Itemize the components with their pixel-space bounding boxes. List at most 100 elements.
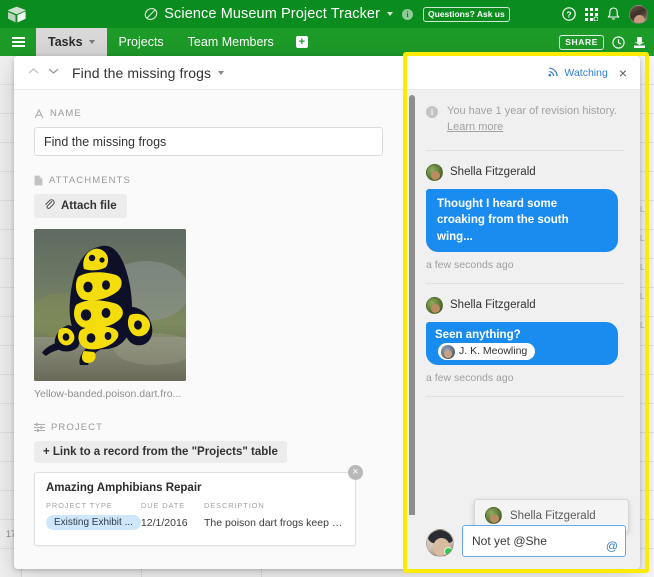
revision-history-notice: i You have 1 year of revision history. L…	[426, 90, 624, 151]
bg-cell-text: L	[640, 233, 645, 243]
top-bar-actions: ?	[562, 0, 648, 28]
text-field-icon	[34, 108, 44, 119]
name-input[interactable]	[34, 127, 383, 156]
link-record-button[interactable]: + Link to a record from the "Projects" t…	[34, 441, 287, 463]
revision-history-main: You have 1 year of revision history.	[447, 105, 617, 117]
record-fields-pane: NAME ATTACHMENTS	[14, 90, 403, 569]
tab-projects[interactable]: Projects	[107, 28, 176, 56]
attach-file-label: Attach file	[61, 200, 117, 212]
due-date-value: 12/1/2016	[140, 517, 188, 529]
comment-bubble: Thought I heard some croaking from the s…	[426, 188, 618, 252]
bg-cell-text: L	[640, 262, 645, 272]
tab-team-members-label: Team Members	[187, 35, 274, 49]
comments-header: Watching ×	[404, 56, 640, 90]
column-header: DUE DATE	[140, 501, 186, 510]
comments-scrollbar[interactable]	[409, 95, 415, 515]
download-icon[interactable]	[633, 36, 646, 49]
record-body: NAME ATTACHMENTS	[14, 56, 640, 569]
avatar[interactable]	[426, 163, 443, 181]
airtable-app: 17 L L L L L Science Museum Project Trac…	[0, 0, 654, 577]
field-name-label: NAME	[50, 108, 82, 119]
field-project: PROJECT + Link to a record from the "Pro…	[34, 422, 383, 546]
project-type-chip: Existing Exhibit ...	[46, 515, 141, 530]
watching-toggle[interactable]: Watching	[548, 66, 608, 80]
user-avatar[interactable]	[629, 4, 648, 24]
learn-more-link[interactable]: Learn more	[447, 121, 503, 133]
attach-file-button[interactable]: Attach file	[34, 194, 127, 218]
chevron-up-icon[interactable]	[28, 67, 39, 78]
revision-history-text: You have 1 year of revision history. Lea…	[447, 104, 618, 136]
comment-author: Shella Fitzgerald	[450, 166, 536, 179]
attachment-thumbnail[interactable]	[34, 229, 186, 381]
linked-record-column-description: DESCRIPTION The poison dart frogs keep e…	[204, 501, 344, 535]
attachment-field-icon	[34, 175, 43, 186]
remove-linked-record-button[interactable]: ×	[348, 465, 363, 480]
description-value: The poison dart frogs keep esca...	[204, 517, 344, 529]
record-menu-caret-icon[interactable]	[218, 70, 225, 75]
watching-label: Watching	[564, 66, 608, 79]
comment-author: Shella Fitzgerald	[450, 299, 536, 312]
tab-bar-actions: SHARE	[559, 28, 654, 56]
grid-apps-icon[interactable]	[585, 7, 598, 21]
attachment-thumbnail-wrap[interactable]: Yellow-banded.poison.dart.fro...	[34, 229, 186, 400]
base-info-icon[interactable]: i	[402, 8, 414, 20]
linked-record-column-due-date: DUE DATE 12/1/2016	[141, 501, 204, 535]
field-name-label-row: NAME	[34, 108, 383, 119]
bg-cell-text: L	[640, 204, 645, 214]
add-table-button[interactable]: +	[286, 28, 318, 56]
comment-header: Shella Fitzgerald	[426, 296, 618, 314]
mention-chip[interactable]: J. K. Meowling	[438, 343, 536, 361]
airtable-logo-icon[interactable]	[0, 0, 34, 28]
field-project-label-row: PROJECT	[34, 422, 383, 433]
linked-record-title: Amazing Amphibians Repair	[46, 482, 202, 494]
avatar[interactable]	[426, 296, 443, 314]
tab-tasks[interactable]: Tasks	[36, 28, 107, 56]
record-detail-modal: Find the missing frogs NAME Find the mis…	[14, 56, 640, 569]
mention-name: J. K. Meowling	[459, 345, 528, 358]
ask-us-button[interactable]: Questions? Ask us	[423, 6, 510, 22]
linked-record-card[interactable]: × Amazing Amphibians Repair PROJECT TYPE…	[34, 465, 363, 546]
bg-cell-text: L	[640, 320, 645, 330]
field-attachments: ATTACHMENTS Attach file Yellow-banded.po…	[34, 175, 383, 400]
base-title[interactable]: Science Museum Project Tracker	[164, 6, 380, 22]
column-header: PROJECT TYPE	[46, 501, 113, 510]
link-field-icon	[34, 423, 45, 432]
base-title-area: Science Museum Project Tracker i Questio…	[0, 0, 654, 28]
comment-timestamp: a few seconds ago	[426, 258, 514, 271]
current-user-avatar	[426, 529, 454, 557]
field-attachments-label: ATTACHMENTS	[49, 175, 131, 186]
base-menu-caret-icon[interactable]	[387, 12, 394, 16]
comment-input-value: Not yet @She	[472, 534, 547, 548]
comment-input[interactable]: Not yet @She @	[462, 525, 626, 557]
share-button[interactable]: SHARE	[559, 34, 604, 50]
question-mark-icon[interactable]: ?	[562, 7, 576, 21]
field-attachments-label-row: ATTACHMENTS	[34, 175, 383, 186]
linked-record-columns: PROJECT TYPE Existing Exhibit ... DUE DA…	[46, 501, 344, 535]
comment-bubble: Seen anything? J. K. Meowling	[426, 321, 618, 366]
avatar	[441, 344, 455, 359]
close-icon[interactable]: ×	[619, 66, 627, 80]
chevron-down-icon[interactable]	[48, 67, 59, 78]
base-leaf-icon	[144, 7, 158, 21]
record-nav-arrows	[28, 67, 59, 78]
comments-panel: Watching × i You have 1 year of revision…	[403, 56, 640, 569]
mention-option-label: Shella Fitzgerald	[510, 509, 596, 522]
tab-projects-label: Projects	[118, 35, 164, 49]
comment-item: Shella Fitzgerald Thought I heard some c…	[426, 151, 624, 284]
comments-scroll-area[interactable]: i You have 1 year of revision history. L…	[404, 90, 640, 515]
hamburger-menu-icon[interactable]	[0, 28, 36, 56]
top-bar: Science Museum Project Tracker i Questio…	[0, 0, 654, 28]
tab-team-members[interactable]: Team Members	[176, 28, 286, 56]
info-icon: i	[426, 106, 438, 118]
page-title: Find the missing frogs	[72, 64, 212, 81]
clock-history-icon[interactable]	[612, 35, 625, 49]
tab-tasks-label: Tasks	[48, 35, 83, 49]
paperclip-icon	[44, 199, 55, 213]
add-table-plus-icon: +	[295, 36, 308, 48]
mention-at-button[interactable]: @	[606, 540, 618, 552]
attachment-filename: Yellow-banded.poison.dart.fro...	[34, 388, 182, 400]
field-name: NAME	[34, 108, 383, 156]
tab-tasks-caret-icon[interactable]	[88, 40, 95, 44]
bell-icon[interactable]	[607, 7, 620, 21]
column-header: DESCRIPTION	[204, 501, 265, 510]
